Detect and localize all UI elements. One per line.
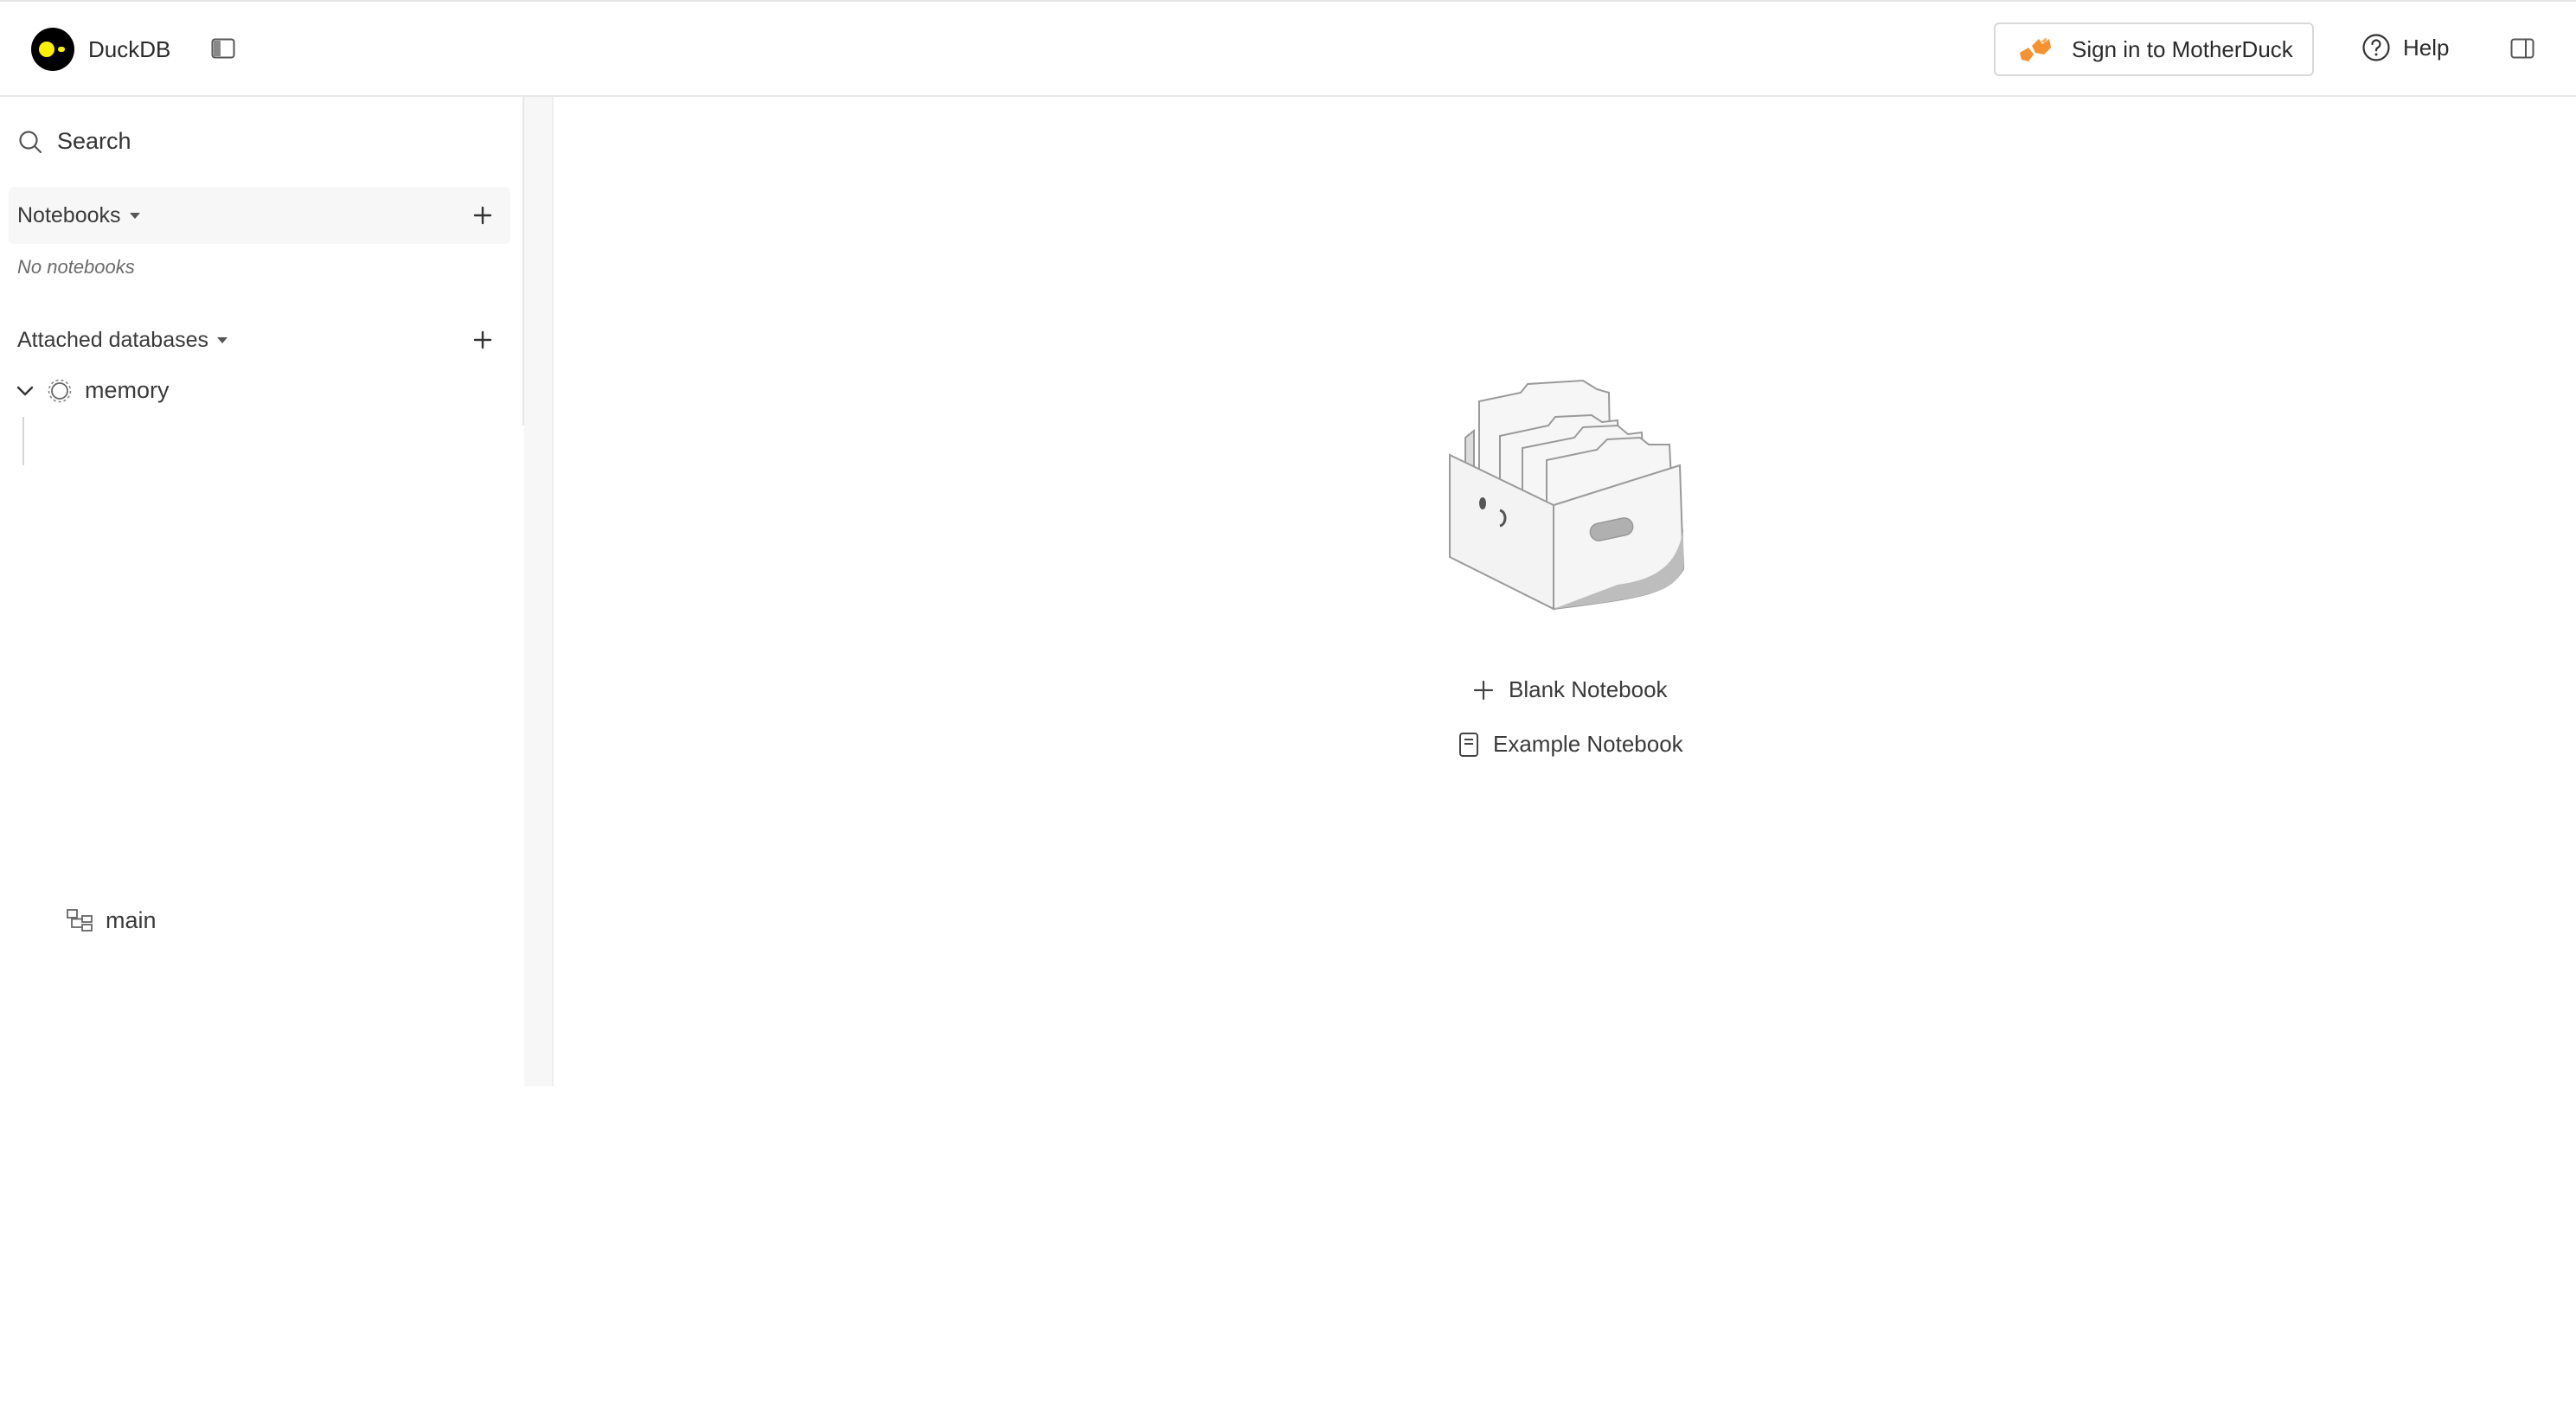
search-button[interactable]: Search bbox=[17, 128, 131, 155]
plus-icon bbox=[1472, 679, 1495, 701]
notebooks-section-header[interactable]: Notebooks bbox=[9, 187, 510, 244]
example-notebook-button[interactable]: Example Notebook bbox=[1458, 731, 1683, 758]
help-button[interactable]: Help bbox=[2361, 33, 2449, 62]
search-label: Search bbox=[57, 128, 131, 154]
database-gear-icon bbox=[47, 378, 73, 404]
main-content: Blank Notebook Example Notebook bbox=[554, 97, 2576, 1086]
brand[interactable]: DuckDB bbox=[31, 28, 170, 71]
motherduck-logo-icon bbox=[2016, 34, 2060, 65]
plus-icon bbox=[473, 206, 492, 225]
caret-down-icon bbox=[217, 336, 227, 343]
schema-icon bbox=[66, 908, 93, 932]
blank-notebook-button[interactable]: Blank Notebook bbox=[1472, 676, 1668, 703]
duckdb-logo-icon bbox=[31, 28, 74, 71]
add-database-button[interactable] bbox=[471, 328, 495, 352]
database-name: memory bbox=[85, 377, 170, 403]
example-notebook-label: Example Notebook bbox=[1493, 731, 1683, 757]
database-item-memory[interactable]: memory bbox=[16, 377, 170, 404]
file-box-illustration-icon bbox=[1445, 358, 1704, 614]
notebooks-title: Notebooks bbox=[17, 202, 121, 227]
sign-in-motherduck-button[interactable]: Sign in to MotherDuck bbox=[1994, 22, 2314, 76]
notebook-icon bbox=[1458, 732, 1479, 758]
sign-in-label: Sign in to MotherDuck bbox=[2072, 35, 2293, 62]
attached-databases-section-header[interactable]: Attached databases bbox=[9, 311, 510, 368]
sidebar-resize-handle[interactable] bbox=[524, 97, 554, 1086]
plus-icon bbox=[473, 330, 492, 349]
add-notebook-button[interactable] bbox=[471, 203, 495, 227]
help-label: Help bbox=[2403, 34, 2450, 61]
attached-databases-title: Attached databases bbox=[17, 327, 208, 352]
schema-name: main bbox=[106, 906, 157, 933]
caret-down-icon bbox=[129, 212, 140, 219]
app-name: DuckDB bbox=[88, 35, 171, 62]
right-panel-toggle-icon[interactable] bbox=[2510, 38, 2534, 59]
no-notebooks-text: No notebooks bbox=[17, 256, 135, 278]
question-circle-icon bbox=[2361, 33, 2391, 62]
sidebar-toggle-icon[interactable] bbox=[211, 38, 235, 59]
tree-guide-line bbox=[22, 417, 24, 465]
chevron-down-icon[interactable] bbox=[16, 381, 35, 400]
top-bar: DuckDB Sign in to MotherDuck Help bbox=[0, 0, 2576, 97]
sidebar: Search Notebooks No notebooks Attached d… bbox=[0, 97, 2088, 1415]
search-icon bbox=[17, 129, 43, 155]
blank-notebook-label: Blank Notebook bbox=[1509, 676, 1668, 702]
